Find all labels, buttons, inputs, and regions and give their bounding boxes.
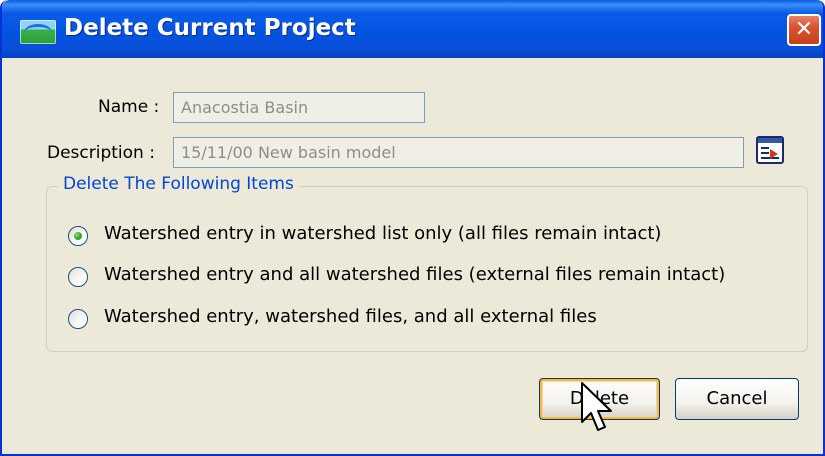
edit-description-button[interactable] (756, 136, 784, 164)
description-field[interactable]: 15/11/00 New basin model (173, 137, 744, 168)
watershed-app-icon (20, 20, 56, 44)
name-label: Name : (98, 97, 160, 117)
name-field[interactable]: Anacostia Basin (173, 92, 425, 123)
radio-button[interactable] (68, 267, 88, 287)
description-label: Description : (47, 143, 155, 163)
option-label: Watershed entry in watershed list only (… (104, 223, 662, 244)
radio-button-selected[interactable] (68, 226, 88, 246)
close-icon: ✕ (794, 17, 814, 42)
close-button[interactable]: ✕ (787, 14, 821, 46)
delete-button[interactable]: Delete (539, 378, 660, 420)
option-label: Watershed entry, watershed files, and al… (104, 306, 597, 327)
title-bar[interactable]: Delete Current Project ✕ (2, 0, 823, 58)
option-label: Watershed entry and all watershed files … (104, 264, 726, 285)
radio-button[interactable] (68, 309, 88, 329)
delete-project-dialog: Delete Current Project ✕ Name : Anacosti… (0, 0, 825, 456)
cancel-button[interactable]: Cancel (675, 378, 799, 420)
edit-description-icon (758, 138, 782, 143)
radio-selected-dot (74, 232, 82, 240)
dialog-title: Delete Current Project (64, 15, 356, 41)
delete-items-legend: Delete The Following Items (58, 174, 299, 194)
